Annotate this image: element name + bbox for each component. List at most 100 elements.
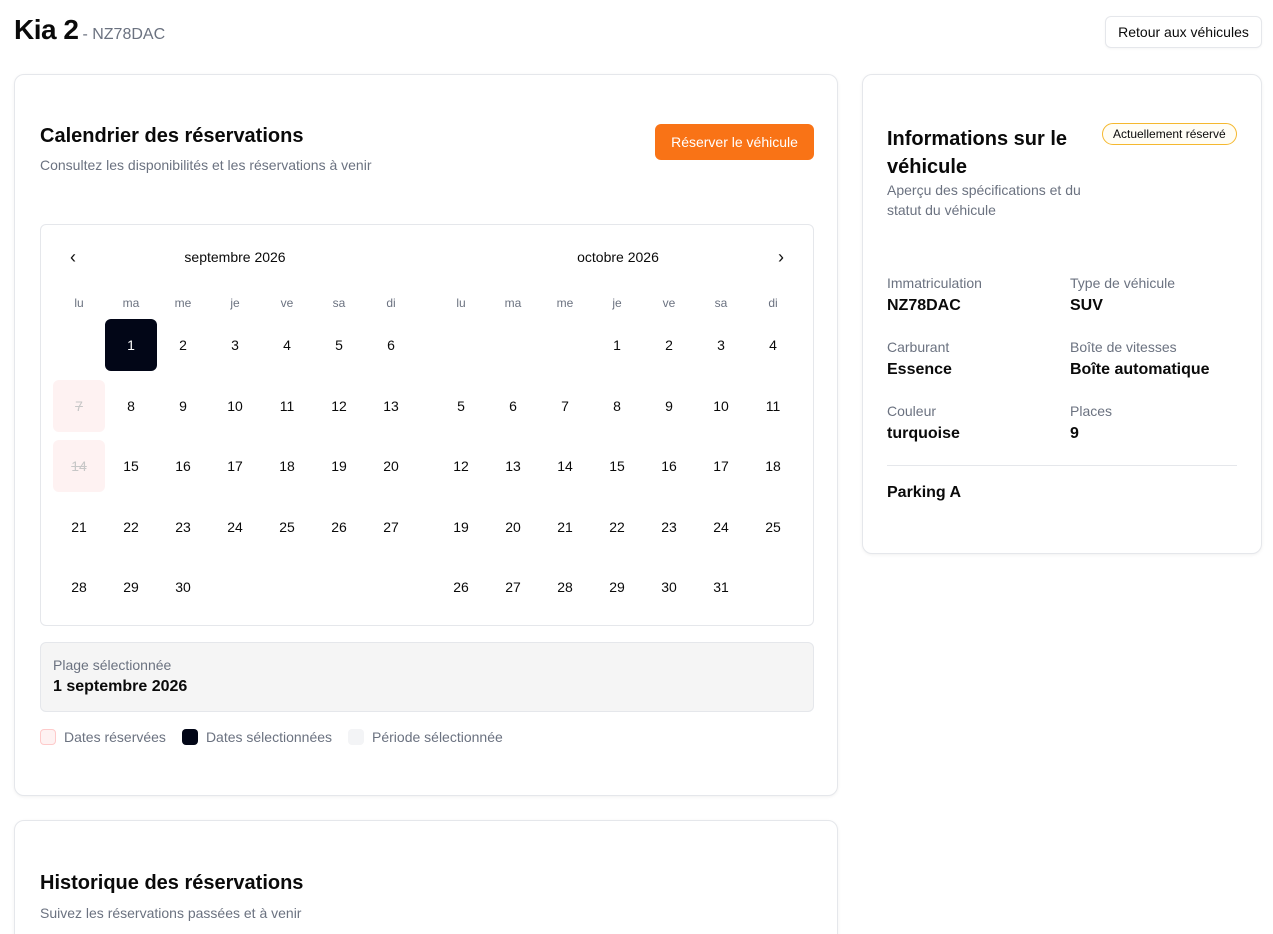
calendar-day[interactable]: 28 [539, 561, 591, 613]
calendar-day[interactable]: 12 [435, 440, 487, 492]
calendar-day[interactable]: 31 [695, 561, 747, 613]
calendar-empty-cell [209, 561, 261, 613]
calendar-day[interactable]: 3 [209, 319, 261, 371]
calendar-day[interactable]: 8 [105, 380, 157, 432]
weekday-label: sa [332, 296, 346, 310]
calendar-day[interactable]: 6 [487, 380, 539, 432]
calendar-day[interactable]: 17 [695, 440, 747, 492]
calendar-day[interactable]: 13 [365, 380, 417, 432]
calendar-day[interactable]: 4 [261, 319, 313, 371]
calendar-day[interactable]: 26 [313, 501, 365, 553]
spec-registration: Immatriculation NZ78DAC [887, 275, 982, 315]
calendar-day[interactable]: 16 [157, 440, 209, 492]
calendar-day[interactable]: 17 [209, 440, 261, 492]
calendar-day[interactable]: 15 [105, 440, 157, 492]
calendar-day[interactable]: 24 [695, 501, 747, 553]
calendar-day[interactable]: 11 [261, 380, 313, 432]
history-card-title: Historique des réservations [40, 872, 304, 894]
calendar-week-row: 5 6 7 8 9 10 11 [435, 376, 799, 437]
calendar-day[interactable]: 23 [157, 501, 209, 553]
page-subtitle-plate: - NZ78DAC [82, 26, 166, 43]
calendar-day[interactable]: 8 [591, 380, 643, 432]
spec-label: Immatriculation [887, 275, 982, 291]
calendar-day[interactable]: 23 [643, 501, 695, 553]
weekday-label: me [556, 296, 574, 310]
date-range-calendar: ‹ › septembre 2026 octobre 2026 lu ma me je… [40, 224, 814, 626]
month-grid-september: lu ma me je ve sa di 1 2 3 4 5 6 7 8 9 10 11 12 13 14 15 16 17 1… [53, 291, 417, 618]
calendar-day[interactable]: 9 [643, 380, 695, 432]
weekday-label: ma [504, 296, 522, 310]
calendar-day[interactable]: 21 [53, 501, 105, 553]
calendar-day[interactable]: 7 [539, 380, 591, 432]
selected-range-label: Plage sélectionnée [53, 657, 172, 673]
calendar-day[interactable]: 13 [487, 440, 539, 492]
calendar-day[interactable]: 1 [591, 319, 643, 371]
calendar-day[interactable]: 5 [435, 380, 487, 432]
calendar-day[interactable]: 18 [261, 440, 313, 492]
calendar-legend: Dates réservées Dates sélectionnées Péri… [40, 729, 519, 745]
calendar-day[interactable]: 22 [591, 501, 643, 553]
legend-item-period: Période sélectionnée [348, 729, 503, 745]
calendar-empty-cell [487, 319, 539, 371]
spec-value: turquoise [887, 425, 960, 442]
calendar-day[interactable]: 16 [643, 440, 695, 492]
calendar-day[interactable]: 24 [209, 501, 261, 553]
weekday-label: ve [662, 296, 676, 310]
calendar-day[interactable]: 5 [313, 319, 365, 371]
calendar-day[interactable]: 30 [157, 561, 209, 613]
calendar-day[interactable]: 10 [695, 380, 747, 432]
calendar-day[interactable]: 6 [365, 319, 417, 371]
calendar-day[interactable]: 12 [313, 380, 365, 432]
legend-label: Dates réservées [64, 729, 166, 745]
calendar-week-row: 1234 [435, 315, 799, 376]
calendar-day[interactable]: 30 [643, 561, 695, 613]
calendar-day-reserved[interactable]: 14 [53, 440, 105, 493]
calendar-day[interactable]: 19 [313, 440, 365, 492]
spec-label: Carburant [887, 339, 950, 355]
calendar-day[interactable]: 25 [747, 501, 799, 553]
back-to-vehicles-button[interactable]: Retour aux véhicules [1105, 16, 1262, 48]
calendar-day-selected[interactable]: 1 [105, 319, 157, 372]
calendar-week-row: 19 20 21 22 23 24 25 [435, 497, 799, 558]
calendar-day[interactable]: 4 [747, 319, 799, 371]
calendar-day[interactable]: 20 [365, 440, 417, 492]
spec-value: Boîte automatique [1070, 361, 1210, 378]
calendar-day[interactable]: 14 [539, 440, 591, 492]
calendar-day[interactable]: 18 [747, 440, 799, 492]
calendar-day[interactable]: 27 [487, 561, 539, 613]
calendar-day[interactable]: 27 [365, 501, 417, 553]
calendar-day[interactable]: 11 [747, 380, 799, 432]
divider [887, 465, 1237, 466]
calendar-day[interactable]: 19 [435, 501, 487, 553]
spec-color: Couleur turquoise [887, 403, 960, 443]
calendar-day[interactable]: 29 [591, 561, 643, 613]
history-card-description: Suivez les réservations passées et à ven… [40, 905, 302, 921]
weekday-label: je [230, 296, 240, 310]
calendar-day[interactable]: 26 [435, 561, 487, 613]
month-grid-october: lu ma me je ve sa di 1 2 3 4 5 6 7 8 9 10 11 12 13 14 15 16 17 1… [435, 291, 799, 618]
reserve-vehicle-button[interactable]: Réserver le véhicule [655, 124, 814, 160]
calendar-day[interactable]: 22 [105, 501, 157, 553]
weekday-label: di [386, 296, 396, 310]
calendar-day-reserved[interactable]: 7 [53, 379, 105, 432]
calendar-empty-cell [313, 561, 365, 613]
calendar-day[interactable]: 20 [487, 501, 539, 553]
calendar-week-row: 21 22 23 24 25 26 27 [53, 497, 417, 558]
calendar-day[interactable]: 25 [261, 501, 313, 553]
legend-item-selected: Dates sélectionnées [181, 729, 332, 745]
calendar-day[interactable]: 10 [209, 380, 261, 432]
calendar-empty-cell [435, 319, 487, 371]
calendar-day[interactable]: 15 [591, 440, 643, 492]
weekday-label: ve [280, 296, 294, 310]
calendar-day[interactable]: 3 [695, 319, 747, 371]
spec-gearbox: Boîte de vitesses Boîte automatique [1070, 339, 1210, 379]
calendar-week-row: 12 13 14 15 16 17 18 [435, 436, 799, 497]
calendar-day[interactable]: 29 [105, 561, 157, 613]
calendar-day[interactable]: 9 [157, 380, 209, 432]
calendar-day[interactable]: 21 [539, 501, 591, 553]
calendar-day[interactable]: 28 [53, 561, 105, 613]
calendar-day[interactable]: 2 [157, 319, 209, 371]
vehicle-location: Parking A [887, 484, 962, 501]
calendar-day[interactable]: 2 [643, 319, 695, 371]
spec-fuel: Carburant Essence [887, 339, 952, 379]
